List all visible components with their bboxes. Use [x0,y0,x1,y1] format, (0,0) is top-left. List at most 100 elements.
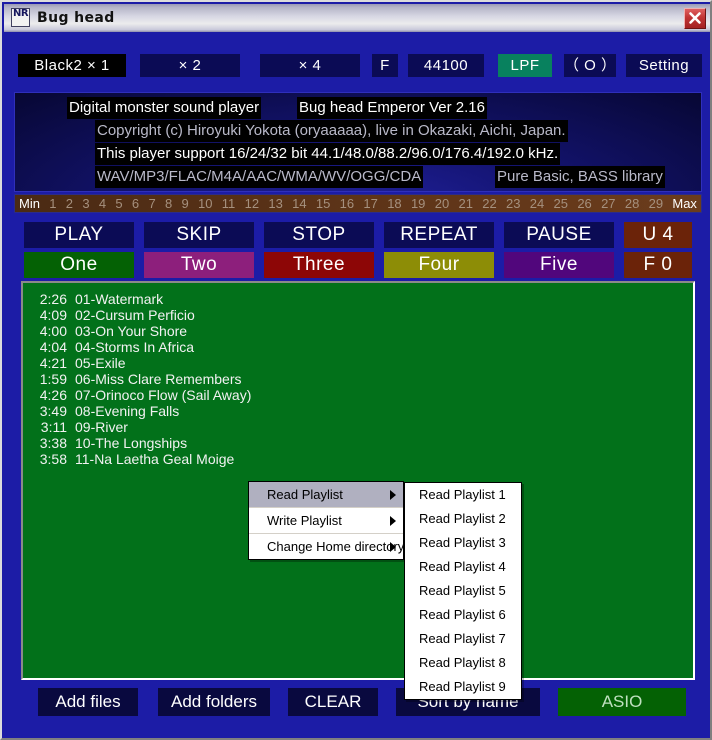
volume-tick-29: 29 [648,196,664,211]
playlist-track-time: 3:11 [40,419,67,435]
topbar-button-black2-1[interactable]: Black2 × 1 [18,54,126,77]
transport-button-pause[interactable]: PAUSE [504,222,614,248]
info-text-4-2: Pure Basic, BASS library [495,166,665,188]
topbar-button-setting[interactable]: Setting [626,54,702,77]
playlist-track-time: 3:58 [39,451,67,467]
playlist-track-time: 3:49 [39,403,67,419]
info-text-2-1: Copyright (c) Hiroyuki Yokota (oryaaaaa)… [95,120,568,142]
transport-button-one[interactable]: One [24,252,134,278]
transport-button-skip[interactable]: SKIP [144,222,254,248]
menu-item-read-playlist[interactable]: Read Playlist [249,482,403,508]
playlist-row[interactable]: 3:58 11-Na Laetha Geal Moige [23,451,235,467]
playlist-row[interactable]: 3:49 08-Evening Falls [23,403,180,419]
menu-item-label: Read Playlist [267,487,343,502]
menu-item-change-home-directory[interactable]: Change Home directory [249,534,404,559]
volume-tick-16: 16 [339,196,355,211]
nr-app-icon: NR [11,8,30,27]
submenu-item-read-playlist-7[interactable]: Read Playlist 7 [405,627,521,651]
volume-tick-14: 14 [292,196,307,211]
playlist-row[interactable]: 4:00 03-On Your Shore [23,323,187,339]
playlist-row[interactable]: 4:04 04-Storms In Africa [23,339,194,355]
playlist-row[interactable]: 2:26 01-Watermark [23,291,163,307]
info-text-1-1: Digital monster sound player [67,97,262,119]
submenu-item-read-playlist-9[interactable]: Read Playlist 9 [405,675,521,699]
transport-button-three[interactable]: Three [264,252,374,278]
volume-tick-5: 5 [115,196,123,211]
transport-button-four[interactable]: Four [384,252,494,278]
submenu-arrow-icon [390,515,396,526]
playlist-track-time: 1:59 [39,371,67,387]
playlist-track-time: 2:26 [39,291,67,307]
volume-tick-min: Min [19,196,40,211]
volume-tick-26: 26 [577,196,592,211]
submenu-arrow-icon [390,489,396,500]
playlist-row[interactable]: 3:38 10-The Longships [23,435,187,451]
topbar-button-lpf[interactable]: LPF [498,54,552,77]
volume-tick-4: 4 [98,196,107,211]
transport-button-repeat[interactable]: REPEAT [384,222,494,248]
playlist-track-title: 02-Cursum Perficio [75,307,195,323]
playlist-track-time: 4:21 [39,355,67,371]
info-display-panel: Digital monster sound player Bug head Emp… [14,92,702,192]
volume-tick-1: 1 [49,196,57,211]
playlist-track-title: 06-Miss Clare Remembers [75,371,242,387]
playlist-track-title: 10-The Longships [75,435,188,451]
context-submenu-read-playlist: Read Playlist 1 Read Playlist 2 Read Playl… [404,482,522,700]
volume-tick-20: 20 [434,196,450,211]
submenu-item-read-playlist-2[interactable]: Read Playlist 2 [405,507,521,531]
volume-tick-17: 17 [363,196,378,211]
topbar-button-2[interactable]: × 2 [140,54,240,77]
topbar-button-o[interactable]: （ O ） [564,54,616,77]
volume-tick-13: 13 [268,196,283,211]
volume-tick-19: 19 [410,196,426,211]
topbar-button-f[interactable]: F [372,54,398,77]
submenu-item-read-playlist-1[interactable]: Read Playlist 1 [405,483,521,507]
transport-button-play[interactable]: PLAY [24,222,134,248]
info-text-4-1: WAV/MP3/FLAC/M4A/AAC/WMA/WV/OGG/CDA [95,166,424,188]
submenu-item-read-playlist-5[interactable]: Read Playlist 5 [405,579,521,603]
window-title: Bug head [37,10,115,26]
transport-button-stop[interactable]: STOP [264,222,374,248]
playlist-track-time: 4:26 [39,387,67,403]
bottom-button-asio[interactable]: ASIO [558,688,686,716]
playlist-track-title: 04-Storms In Africa [75,339,195,355]
volume-tick-22: 22 [482,196,497,211]
submenu-item-read-playlist-4[interactable]: Read Playlist 4 [405,555,521,579]
playlist-track-time: 4:00 [39,323,67,339]
playlist-track-time: 3:38 [39,435,67,451]
transport-row-primary: PLAY SKIP STOP REPEAT PAUSE U 4 [2,222,710,248]
playlist-track-title: 09-River [75,419,128,435]
transport-button-f-0[interactable]: F 0 [624,252,692,278]
info-text-3-1: This player support 16/24/32 bit 44.1/48… [95,143,561,165]
volume-tick-10: 10 [198,196,213,211]
playlist-row[interactable]: 4:21 05-Exile [23,355,126,371]
submenu-item-read-playlist-6[interactable]: Read Playlist 6 [405,603,521,627]
volume-tick-3: 3 [82,196,90,211]
info-text-1-2: Bug head Emperor Ver 2.16 [297,97,487,119]
playlist-row[interactable]: 4:26 07-Orinoco Flow (Sail Away) [23,387,252,403]
playlist-track-time: 4:09 [39,307,67,323]
close-button[interactable] [684,8,706,29]
submenu-item-read-playlist-3[interactable]: Read Playlist 3 [405,531,521,555]
volume-tick-15: 15 [315,196,331,211]
topbar-button-4[interactable]: × 4 [260,54,360,77]
volume-tick-8: 8 [164,196,173,211]
context-menu: Read Playlist Write Playlist Change Home d… [248,481,404,560]
topbar-button-44100[interactable]: 44100 [408,54,484,77]
transport-button-two[interactable]: Two [144,252,254,278]
playlist-row[interactable]: 4:09 02-Cursum Perficio [23,307,195,323]
playlist-row[interactable]: 3:11 09-River [23,419,128,435]
transport-button-five[interactable]: Five [504,252,614,278]
transport-button-u-4[interactable]: U 4 [624,222,692,248]
bottom-button-bar: Add files Add folders CLEAR Sort by name ASI… [2,688,710,722]
playlist-row[interactable]: 1:59 06-Miss Clare Remembers [23,371,242,387]
volume-scale[interactable]: Min 1 2 3 4 5 6 7 8 9 10 11 12 13 14 15 16 17 18 19 20 21 22 23… [14,194,702,213]
volume-tick-21: 21 [458,196,473,211]
bottom-button-add-folders[interactable]: Add folders [158,688,270,716]
submenu-item-read-playlist-8[interactable]: Read Playlist 8 [405,651,521,675]
bottom-button-add-files[interactable]: Add files [38,688,138,716]
volume-tick-27: 27 [601,196,616,211]
menu-item-write-playlist[interactable]: Write Playlist [249,508,403,534]
volume-tick-11: 11 [221,196,236,211]
bottom-button-clear[interactable]: CLEAR [288,688,378,716]
